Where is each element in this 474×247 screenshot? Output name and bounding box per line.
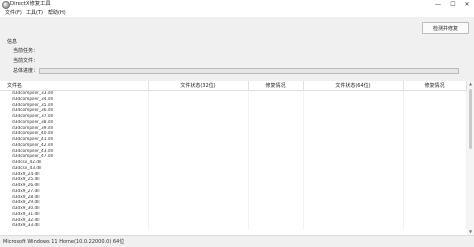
check-and-repair-button[interactable]: 检测并修复 <box>422 22 469 34</box>
current-task-label: 当前任务： <box>13 48 39 54</box>
status-bar: Microsoft Windows 11 Home(10.0.22000.0) … <box>0 235 474 247</box>
table-row[interactable]: d3dx9_33.dll <box>0 223 467 229</box>
total-progress-label: 总体进度： <box>13 68 39 74</box>
current-file-label: 当前文件： <box>13 58 39 64</box>
toolbar: 检测并修复 <box>0 17 474 39</box>
menu-bar: 文件(F) 工具(T) 帮助(H) <box>0 9 474 17</box>
table-body: d3dcompiler_33.dll d3dcompiler_34.dll d3… <box>0 90 467 229</box>
column-header-filename[interactable]: 文件名 <box>0 81 149 91</box>
column-header-status-32[interactable]: 文件状态(32位) <box>148 81 249 91</box>
file-list-table: 文件名 文件状态(32位) 修复情况 文件状态(64位) 修复情况 d3dcom… <box>0 81 474 235</box>
column-header-status-64[interactable]: 文件状态(64位) <box>303 81 404 91</box>
scroll-thumb[interactable] <box>469 89 472 149</box>
table-scrollbar[interactable]: ▲ ▼ <box>467 81 474 235</box>
total-progress-bar <box>39 68 459 74</box>
title-bar: DirectX修复工具 — ☐ ✕ <box>0 0 474 9</box>
app-window: DirectX修复工具 — ☐ ✕ 文件(F) 工具(T) 帮助(H) 检测并修… <box>0 0 474 247</box>
column-header-repair-32[interactable]: 修复情况 <box>248 81 304 91</box>
info-group-title: 信息 <box>7 39 18 45</box>
app-icon <box>2 1 10 9</box>
close-button[interactable]: ✕ <box>461 0 473 9</box>
info-group: 信息 当前任务： 当前文件： 总体进度： <box>0 38 474 81</box>
column-header-repair-64[interactable]: 修复情况 <box>403 81 467 91</box>
table-header-row: 文件名 文件状态(32位) 修复情况 文件状态(64位) 修复情况 <box>0 81 467 91</box>
window-title: DirectX修复工具 <box>10 1 51 7</box>
menu-help[interactable]: 帮助(H) <box>48 9 66 17</box>
maximize-button[interactable]: ☐ <box>447 0 459 9</box>
minimize-button[interactable]: — <box>432 0 444 9</box>
file-name-cell: d3dx9_33.dll <box>0 223 149 229</box>
scroll-up-arrow-icon[interactable]: ▲ <box>467 81 474 87</box>
menu-file[interactable]: 文件(F) <box>5 9 22 17</box>
os-info-text: Microsoft Windows 11 Home(10.0.22000.0) … <box>3 239 125 245</box>
menu-tools[interactable]: 工具(T) <box>26 9 43 17</box>
